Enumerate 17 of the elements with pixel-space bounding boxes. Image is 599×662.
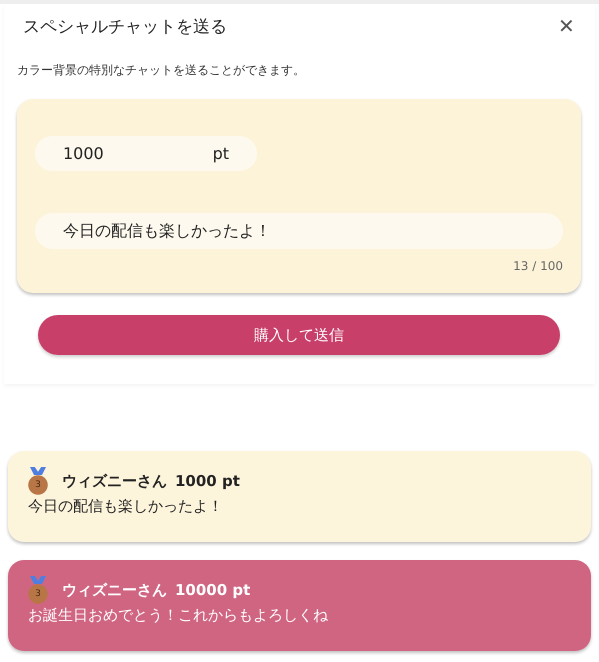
chat-points: 1000 pt bbox=[175, 472, 240, 490]
amount-field[interactable]: 1000 pt bbox=[35, 136, 257, 171]
purchase-send-button[interactable]: 購入して送信 bbox=[38, 315, 560, 355]
character-counter: 13 / 100 bbox=[513, 259, 563, 273]
message-field[interactable]: 今日の配信も楽しかったよ！ bbox=[35, 213, 563, 249]
medal-icon: 3 bbox=[28, 576, 48, 604]
chat-sender: ウィズニーさん bbox=[62, 472, 167, 490]
chat-points: 10000 pt bbox=[175, 581, 250, 599]
chat-sender: ウィズニーさん bbox=[62, 580, 167, 600]
close-button[interactable]: ✕ bbox=[558, 14, 575, 38]
medal-icon: 3 bbox=[28, 467, 48, 495]
chat-message: 今日の配信も楽しかったよ！ bbox=[28, 497, 224, 516]
amount-value: 1000 bbox=[63, 144, 104, 163]
description-text: カラー背景の特別なチャットを送ることができます。 bbox=[17, 62, 306, 79]
chat-message: お誕生日おめでとう！これからもよろしくね bbox=[28, 606, 329, 625]
dialog-title: スペシャルチャットを送る bbox=[23, 16, 227, 38]
unit-label: pt bbox=[212, 144, 229, 163]
